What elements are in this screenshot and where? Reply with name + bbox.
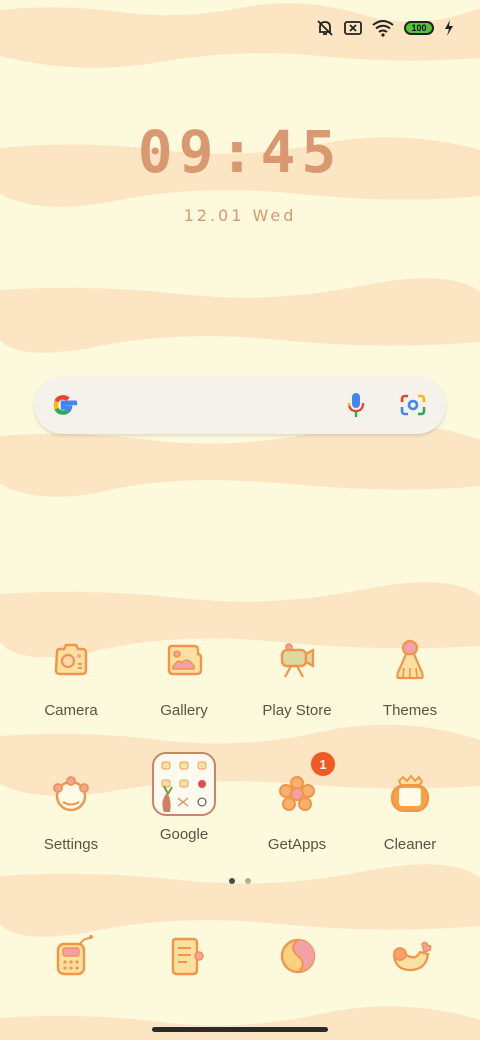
clock-date[interactable]: 12.01 Wed: [0, 206, 480, 225]
status-bar: 100: [316, 16, 454, 40]
battery-level: 100: [411, 23, 427, 33]
bell-muted-icon: [317, 20, 333, 36]
app-label: Cleaner: [383, 836, 437, 853]
browser-icon: [280, 938, 316, 974]
app-settings[interactable]: Settings: [16, 764, 126, 853]
battery-icon: 100: [404, 21, 434, 35]
dock-chicken-app[interactable]: [381, 930, 441, 982]
themes-icon: [380, 630, 440, 690]
app-google-folder[interactable]: Google: [129, 752, 239, 843]
settings-icon: [41, 764, 101, 824]
dock-browser[interactable]: [268, 930, 328, 982]
app-getapps[interactable]: 1 GetApps: [242, 752, 352, 853]
microphone-icon[interactable]: [346, 392, 366, 418]
page-dot-1[interactable]: [229, 878, 235, 884]
gallery-icon: [154, 630, 214, 690]
app-label: Camera: [44, 702, 98, 719]
page-indicator[interactable]: [0, 878, 480, 884]
dock-messages[interactable]: [155, 930, 215, 982]
google-search-bar[interactable]: [34, 376, 446, 434]
play-store-icon: [267, 630, 327, 690]
app-play-store[interactable]: Play Store: [242, 630, 352, 719]
chicken-app-icon: [392, 941, 432, 972]
app-label: Themes: [382, 702, 438, 719]
google-logo-icon: [53, 395, 78, 415]
app-label: Google: [159, 826, 209, 843]
dock-phone[interactable]: [42, 930, 102, 982]
cleaner-icon: [380, 764, 440, 824]
no-sim-icon: [344, 21, 362, 35]
notification-badge: 1: [311, 752, 335, 776]
phone-icon: [56, 935, 93, 976]
google-folder-icon: [152, 752, 216, 816]
messages-icon: [171, 937, 204, 976]
wifi-icon: [372, 20, 394, 37]
app-gallery[interactable]: Gallery: [129, 630, 239, 719]
app-label: Settings: [43, 836, 99, 853]
getapps-icon: 1: [267, 752, 335, 824]
app-label: GetApps: [267, 836, 327, 853]
google-lens-icon[interactable]: [400, 393, 426, 417]
clock-time[interactable]: 09:45: [0, 118, 480, 186]
home-indicator[interactable]: [152, 1027, 328, 1032]
app-camera[interactable]: Camera: [16, 630, 126, 719]
app-themes[interactable]: Themes: [355, 630, 465, 719]
app-cleaner[interactable]: Cleaner: [355, 764, 465, 853]
charging-icon: [445, 20, 453, 36]
app-label: Gallery: [160, 702, 208, 719]
app-label: Play Store: [262, 702, 332, 719]
camera-icon: [41, 630, 101, 690]
page-dot-2[interactable]: [245, 878, 251, 884]
